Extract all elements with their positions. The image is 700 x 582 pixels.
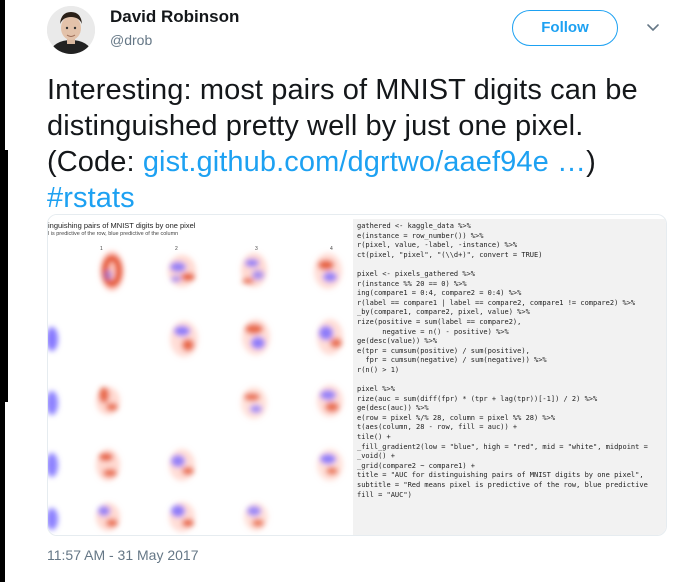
heatmap-grid xyxy=(48,251,343,532)
heatmap-cell xyxy=(314,253,342,289)
code-line: gathered <- kaggle_data %>% xyxy=(357,222,471,230)
code-line: r(n() > 1) xyxy=(357,365,400,374)
tweet-line: distinguished pretty well by just one pi… xyxy=(47,110,584,142)
hashtag-link[interactable]: #rstats xyxy=(47,182,135,214)
code-line: ge(desc(auc)) %>% xyxy=(357,404,429,413)
heatmap-cell xyxy=(48,327,58,351)
code-line: title = "AUC for distinguishing pairs of… xyxy=(357,471,644,480)
chevron-down-icon[interactable] xyxy=(645,20,661,36)
code-line: rize(auc = sum(diff(fpr) * (tpr + lag(tp… xyxy=(357,394,598,403)
code-line: ct(pixel, "pixel", "(\\d+)", convert = T… xyxy=(357,250,543,259)
code-line: _grid(compare2 ~ compare1) + xyxy=(357,461,476,470)
heatmap-cell xyxy=(48,391,58,415)
tweet-line: Interesting: most pairs of MNIST digits … xyxy=(47,74,638,106)
heatmap-cell xyxy=(96,387,120,415)
code-line: tile() + xyxy=(357,433,391,442)
code-line: fpr = cumsum(negative) / sum(negative)) … xyxy=(357,356,547,365)
heatmap-cell xyxy=(317,319,343,355)
avatar[interactable] xyxy=(47,6,95,54)
tweet-timestamp[interactable]: 11:57 AM - 31 May 2017 xyxy=(47,547,199,563)
code-line: e(row = pixel %/% 28, column = pixel %% … xyxy=(357,413,556,422)
heatmap-cell xyxy=(168,255,196,287)
tweet-line: (Code: gist.github.com/dgrtwo/aaef94e …) xyxy=(47,144,687,180)
heatmap-cell xyxy=(48,508,58,530)
tweet-text: Interesting: most pairs of MNIST digits … xyxy=(47,72,687,216)
heatmap-cell xyxy=(317,449,343,481)
code-line: ge(desc(value)) %>% xyxy=(357,337,438,346)
code-screenshot: gathered <- kaggle_data %>% e(instance = … xyxy=(353,219,666,535)
code-line: pixel <- pixels_gathered %>% xyxy=(357,269,476,278)
heatmap-cell xyxy=(169,502,195,532)
heatmap-cell xyxy=(100,251,124,291)
author-handle[interactable]: @drob xyxy=(110,32,152,48)
tweet-line-suffix: ) xyxy=(586,146,596,178)
code-block: gathered <- kaggle_data %>% e(instance = … xyxy=(353,219,666,500)
code-line: rize(positive = sum(label == compare2), xyxy=(357,317,522,326)
tweet-line-prefix: (Code: xyxy=(47,146,143,178)
code-line: _fill_gradient2(low = "blue", high = "re… xyxy=(357,442,648,451)
code-line: r(instance %% 20 == 0) %>% xyxy=(357,279,467,288)
heatmap-cell xyxy=(96,449,120,481)
code-line: _void() + xyxy=(357,452,395,461)
code-line: e(instance = row_number()) %>% xyxy=(357,231,484,240)
heatmap-cell xyxy=(241,253,267,287)
code-line: ing(compare1 = 0:4, compare2 = 0:4) %>% xyxy=(357,289,522,298)
code-line: subtitle = "Red means pixel is predictiv… xyxy=(357,481,648,490)
code-line: fill = "AUC") xyxy=(357,490,412,499)
code-line: negative = n() - positive) %>% xyxy=(357,327,509,336)
code-line: pixel %>% xyxy=(357,385,395,394)
author-name[interactable]: David Robinson xyxy=(110,7,239,27)
code-line: _by(compare1, compare2, pixel, value) %>… xyxy=(357,308,530,317)
code-line: t(aes(column, 28 - row, fill = auc)) + xyxy=(357,423,518,432)
code-line: r(label == compare1 | label == compare2,… xyxy=(357,298,636,307)
heatmap-cell xyxy=(170,321,198,357)
gist-link[interactable]: gist.github.com/dgrtwo/aaef94e … xyxy=(143,146,586,178)
heatmap-cell xyxy=(244,503,268,531)
code-line: r(pixel, value, -label, -instance) %>% xyxy=(357,241,518,250)
heatmap-cell xyxy=(317,385,343,417)
window-edge-accent xyxy=(5,150,8,402)
avatar-icon xyxy=(47,6,95,54)
tweet-line: #rstats xyxy=(47,180,687,216)
heatmap-cell xyxy=(169,449,195,481)
follow-button[interactable]: Follow xyxy=(512,10,618,46)
mnist-figure: inguishing pairs of MNIST digits by one … xyxy=(48,215,351,535)
heatmap-cell xyxy=(241,387,267,419)
heatmap-cell xyxy=(48,453,58,477)
heatmap-cell xyxy=(96,503,120,531)
tweet-media[interactable]: inguishing pairs of MNIST digits by one … xyxy=(47,214,667,536)
heatmap-cell xyxy=(242,319,270,355)
code-line: e(tpr = cumsum(positive) / sum(positive)… xyxy=(357,346,530,355)
